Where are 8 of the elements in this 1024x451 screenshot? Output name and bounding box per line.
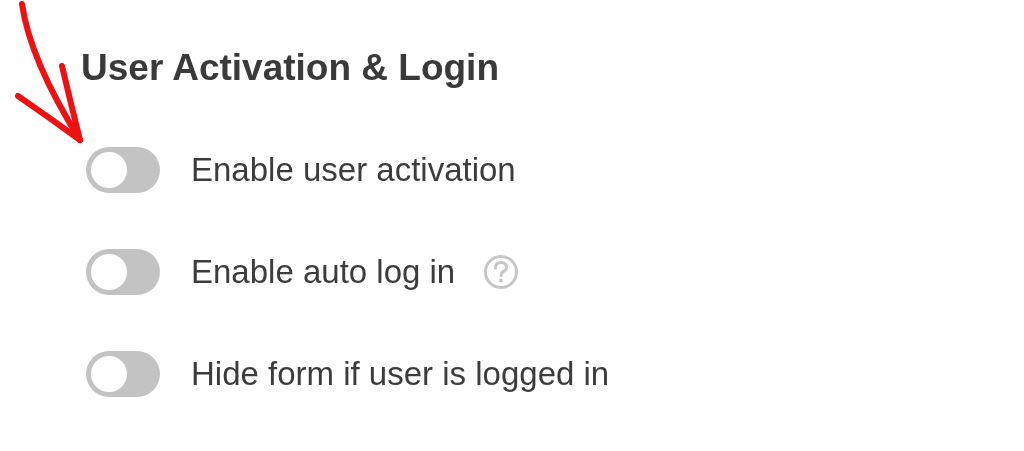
section-title: User Activation & Login bbox=[81, 46, 500, 90]
toggle-label: Enable user activation bbox=[191, 151, 516, 189]
help-icon[interactable] bbox=[483, 254, 520, 290]
toggle-label: Hide form if user is logged in bbox=[191, 355, 610, 393]
toggle-switch[interactable] bbox=[86, 147, 160, 193]
toggle-label: Enable auto log in bbox=[191, 253, 456, 291]
toggle-switch[interactable] bbox=[86, 249, 160, 295]
toggle-switch[interactable] bbox=[86, 351, 160, 397]
